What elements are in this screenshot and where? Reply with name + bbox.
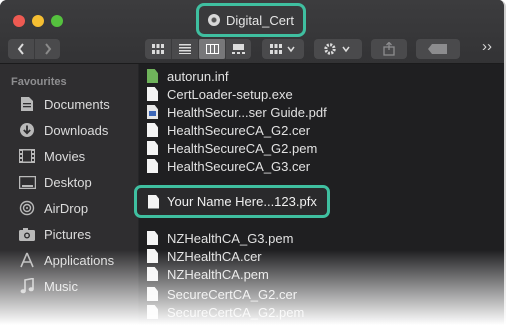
list-item[interactable]: CertLoader-setup.exe [147,84,293,104]
sidebar-item-movies[interactable]: Movies [18,145,85,167]
list-icon [179,44,191,54]
list-item[interactable]: SecureCertCA_G2.pem [147,302,304,322]
pdf-file-icon [147,105,158,119]
file-icon [147,159,158,173]
list-item[interactable]: HealthSecureCA_G2.pem [147,138,317,158]
disk-icon [208,14,221,26]
list-item[interactable]: NZHealthCA.pem [147,264,269,284]
forward-button[interactable] [35,39,60,59]
window-title-text: Digital_Cert [226,12,294,28]
file-name: SecureCertCA_G2.pem [167,304,305,320]
close-window-button[interactable] [13,15,25,27]
file-name: HealthSecureCA_G3.cer [167,158,311,174]
sidebar-item-label: Desktop [44,174,92,190]
music-note-icon [18,277,36,295]
tags-button[interactable] [416,39,460,59]
list-item[interactable]: autorun.inf [147,66,228,86]
sidebar-item-label: Pictures [44,226,91,242]
list-view-button[interactable] [172,39,198,59]
inf-file-icon [147,69,158,83]
sidebar-item-applications[interactable]: Applications [18,249,114,271]
toolbar: Digital_Cert ›› [0,0,504,64]
zoom-window-button[interactable] [51,15,63,27]
sidebar-heading: Favourites [11,76,67,88]
list-item[interactable]: HealthSecureCA_G3.cer [147,156,310,176]
columns-icon [205,44,219,54]
sidebar-item-label: Documents [44,96,110,112]
sidebar-item-airdrop[interactable]: AirDrop [18,197,88,219]
camera-icon [18,225,36,243]
file-icon [147,141,158,155]
file-name: NZHealthCA.pem [167,266,269,282]
file-name: HealthSecureCA_G2.pem [167,140,318,156]
file-name: HealthSecur...ser Guide.pdf [167,104,327,120]
window-title: Digital_Cert [196,3,306,37]
group-grid-icon [270,44,295,54]
file-icon [147,287,158,301]
list-item[interactable]: HealthSecureCA_G2.cer [147,120,310,140]
action-menu-button[interactable] [314,39,362,59]
file-name: autorun.inf [167,68,229,84]
file-name: NZHealthCA_G3.pem [167,230,294,246]
download-icon [18,121,36,139]
gallery-view-button[interactable] [226,39,251,59]
view-mode-control [145,39,251,59]
highlighted-file-item[interactable]: Your Name Here...123.pfx [134,185,330,218]
sidebar-item-music[interactable]: Music [18,275,78,297]
back-forward-control [8,39,60,59]
list-item[interactable]: HealthSecur...ser Guide.pdf [147,102,327,122]
file-icon [147,231,158,245]
file-name: HealthSecureCA_G2.cer [167,122,311,138]
file-icon [148,194,159,209]
icon-view-button[interactable] [145,39,171,59]
sidebar-item-downloads[interactable]: Downloads [18,119,108,141]
tag-icon [428,44,447,54]
airdrop-icon [18,199,36,217]
chevron-right-icon [44,43,51,55]
sidebar-item-label: Downloads [44,122,109,138]
back-button[interactable] [8,39,34,59]
file-icon [147,249,158,263]
share-icon [383,42,395,56]
list-item[interactable]: NZHealthCA_G3.pem [147,228,293,248]
sidebar-item-label: Applications [44,252,115,268]
film-icon [18,147,36,165]
share-button[interactable] [371,39,407,59]
sidebar-item-pictures[interactable]: Pictures [18,223,91,245]
sidebar-item-desktop[interactable]: Desktop [18,171,92,193]
minimize-window-button[interactable] [32,15,44,27]
document-icon [18,95,36,113]
icon-grid-icon [152,44,164,54]
file-icon [147,123,158,137]
file-icon [147,305,158,319]
sidebar: Favourites Documents Downloads Movies De… [0,64,138,325]
sidebar-item-label: Music [44,278,78,294]
file-name: SecureCertCA_G2.cer [167,286,298,302]
column-view-button[interactable] [199,39,225,59]
finder-window: Digital_Cert ›› Favourites Documents Dow… [0,0,506,325]
sidebar-item-label: AirDrop [44,200,89,216]
gear-icon [324,43,350,55]
toolbar-overflow-button[interactable]: ›› [482,38,492,55]
group-by-button[interactable] [262,39,304,59]
gallery-icon [232,44,245,54]
chevron-left-icon [17,43,24,55]
desktop-icon [18,173,36,191]
list-item[interactable]: SecureCertCA_G2.cer [147,284,297,304]
applications-icon [18,251,36,269]
sidebar-item-documents[interactable]: Documents [18,93,110,115]
file-name: CertLoader-setup.exe [167,86,293,102]
file-name: Your Name Here...123.pfx [167,194,317,209]
list-item[interactable]: NZHealthCA.cer [147,246,262,266]
file-icon [147,87,158,101]
file-name: NZHealthCA.cer [167,248,262,264]
sidebar-item-label: Movies [44,148,86,164]
file-icon [147,267,158,281]
